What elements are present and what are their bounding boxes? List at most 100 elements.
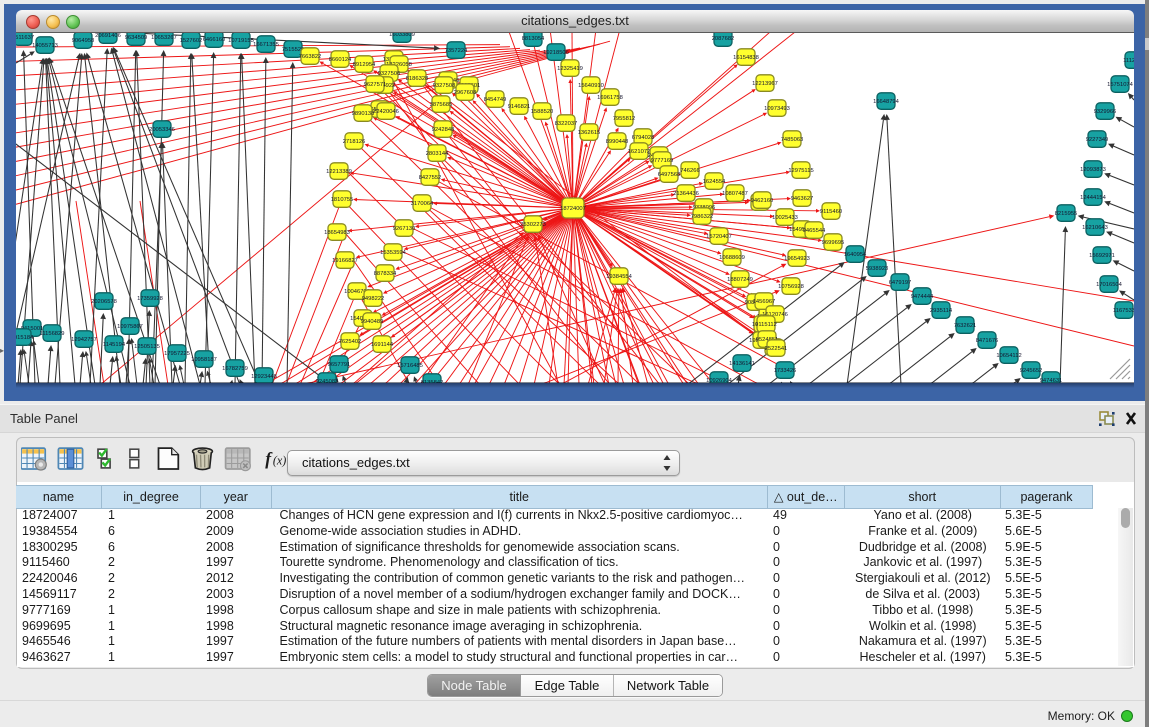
svg-text:10975867: 10975867 xyxy=(117,324,143,330)
svg-text:10958187: 10958187 xyxy=(191,357,217,363)
svg-text:20206578: 20206578 xyxy=(91,299,117,305)
svg-text:2087682: 2087682 xyxy=(712,36,735,42)
svg-text:6497568: 6497568 xyxy=(658,172,681,178)
svg-text:1527602: 1527602 xyxy=(180,38,203,44)
svg-text:7632621: 7632621 xyxy=(954,323,977,329)
svg-text:10807487: 10807487 xyxy=(722,191,748,197)
svg-text:8471676: 8471676 xyxy=(976,338,999,344)
svg-text:17359928: 17359928 xyxy=(137,296,163,302)
svg-text:18654983: 18654983 xyxy=(324,230,350,236)
svg-text:2967608: 2967608 xyxy=(454,90,477,96)
svg-text:9245652: 9245652 xyxy=(1020,368,1043,374)
svg-text:22420046: 22420046 xyxy=(373,109,399,115)
svg-text:1112440: 1112440 xyxy=(1123,58,1134,64)
svg-text:8186328: 8186328 xyxy=(406,76,429,82)
svg-text:10973493: 10973493 xyxy=(764,106,790,112)
svg-text:1362615: 1362615 xyxy=(578,130,601,136)
svg-text:8660124: 8660124 xyxy=(329,57,352,63)
svg-text:1810755: 1810755 xyxy=(331,197,354,203)
svg-text:10654112: 10654112 xyxy=(996,353,1021,359)
svg-text:12923448: 12923448 xyxy=(251,374,277,380)
svg-text:9699695: 9699695 xyxy=(822,240,845,246)
svg-text:9498222: 9498222 xyxy=(362,296,385,302)
svg-text:2718126: 2718126 xyxy=(343,139,366,145)
svg-text:12213389: 12213389 xyxy=(326,169,352,175)
svg-text:8322037: 8322037 xyxy=(555,121,578,127)
svg-text:19218506: 19218506 xyxy=(543,50,569,56)
svg-text:8215955: 8215955 xyxy=(1055,211,1078,217)
svg-text:10719155: 10719155 xyxy=(228,38,254,44)
svg-text:15353594: 15353594 xyxy=(380,250,407,256)
svg-text:8813054: 8813054 xyxy=(522,36,545,42)
svg-text:10653267: 10653267 xyxy=(151,35,177,41)
svg-text:3170064: 3170064 xyxy=(411,201,434,207)
svg-text:16782759: 16782759 xyxy=(222,366,248,372)
svg-text:9940489: 9940489 xyxy=(361,319,384,325)
svg-text:16671355: 16671355 xyxy=(253,42,279,48)
svg-text:12093873: 12093873 xyxy=(1080,167,1106,173)
svg-text:16033809: 16033809 xyxy=(389,33,415,38)
svg-text:7986322: 7986322 xyxy=(691,214,714,220)
svg-text:20053346: 20053346 xyxy=(149,127,175,133)
svg-text:9115112: 9115112 xyxy=(755,322,777,328)
svg-text:9463627: 9463627 xyxy=(791,196,814,202)
svg-text:15692971: 15692971 xyxy=(1089,253,1115,259)
svg-text:17957225: 17957225 xyxy=(164,351,190,357)
svg-text:2803144: 2803144 xyxy=(426,151,449,157)
svg-text:9327508: 9327508 xyxy=(433,83,456,89)
svg-text:9227349: 9227349 xyxy=(1086,137,1109,143)
svg-text:17016504: 17016504 xyxy=(1096,282,1123,288)
svg-text:1167533: 1167533 xyxy=(1113,308,1134,314)
svg-text:3915184: 3915184 xyxy=(16,335,34,341)
svg-text:2935114: 2935114 xyxy=(930,308,953,314)
svg-text:9064958: 9064958 xyxy=(72,38,95,44)
svg-text:6794028: 6794028 xyxy=(632,135,655,141)
svg-text:20691406: 20691406 xyxy=(95,33,121,39)
svg-text:16648794: 16648794 xyxy=(873,99,900,105)
svg-text:8912954: 8912954 xyxy=(353,62,376,68)
svg-text:15751074: 15751074 xyxy=(1107,82,1134,88)
svg-text:8990448: 8990448 xyxy=(606,139,629,145)
svg-text:1456967: 1456967 xyxy=(753,299,776,305)
svg-text:25302273: 25302273 xyxy=(520,222,546,228)
svg-text:7485063: 7485063 xyxy=(781,137,804,143)
svg-text:9777169: 9777169 xyxy=(651,158,674,164)
svg-text:16154838: 16154838 xyxy=(733,55,759,61)
svg-text:14055713: 14055713 xyxy=(32,43,58,49)
svg-text:1691144: 1691144 xyxy=(371,342,394,348)
svg-text:1733426: 1733426 xyxy=(774,368,797,374)
svg-text:7625402: 7625402 xyxy=(339,339,362,345)
svg-text:16210643: 16210643 xyxy=(1082,225,1108,231)
svg-text:15720407: 15720407 xyxy=(706,234,732,240)
svg-text:16961758: 16961758 xyxy=(597,95,623,101)
svg-text:9329966: 9329966 xyxy=(1094,109,1117,115)
svg-text:9634509: 9634509 xyxy=(125,35,148,41)
svg-text:21364436: 21364436 xyxy=(673,191,699,197)
svg-text:3875685: 3875685 xyxy=(430,102,453,108)
svg-text:15640910: 15640910 xyxy=(578,83,604,89)
svg-text:12213967: 12213967 xyxy=(752,81,778,87)
svg-text:7663822: 7663822 xyxy=(299,54,322,60)
svg-text:12444154: 12444154 xyxy=(1080,195,1107,201)
svg-text:6466160: 6466160 xyxy=(203,37,226,43)
svg-text:12975115: 12975115 xyxy=(788,168,813,174)
svg-text:1511637: 1511637 xyxy=(16,35,34,41)
svg-text:9627571: 9627571 xyxy=(364,82,387,88)
svg-text:(x): (x) xyxy=(273,454,286,468)
svg-text:14136141: 14136141 xyxy=(729,361,755,367)
svg-text:7955812: 7955812 xyxy=(613,116,636,122)
svg-text:9115460: 9115460 xyxy=(820,209,842,215)
svg-text:19166827: 19166827 xyxy=(332,258,358,264)
svg-text:9465544: 9465544 xyxy=(803,228,826,234)
svg-text:8454749: 8454749 xyxy=(484,97,507,103)
svg-text:9267130: 9267130 xyxy=(393,226,416,232)
svg-text:15716485: 15716485 xyxy=(397,363,423,369)
svg-text:9242848: 9242848 xyxy=(432,127,455,133)
svg-text:12942757: 12942757 xyxy=(71,337,97,343)
svg-text:9474444: 9474444 xyxy=(911,294,934,300)
svg-text:1640954: 1640954 xyxy=(844,252,867,258)
svg-text:9146821: 9146821 xyxy=(508,104,531,110)
svg-text:10688609: 10688609 xyxy=(719,255,745,261)
svg-text:9890138: 9890138 xyxy=(352,111,375,117)
svg-text:9462160: 9462160 xyxy=(751,198,774,204)
